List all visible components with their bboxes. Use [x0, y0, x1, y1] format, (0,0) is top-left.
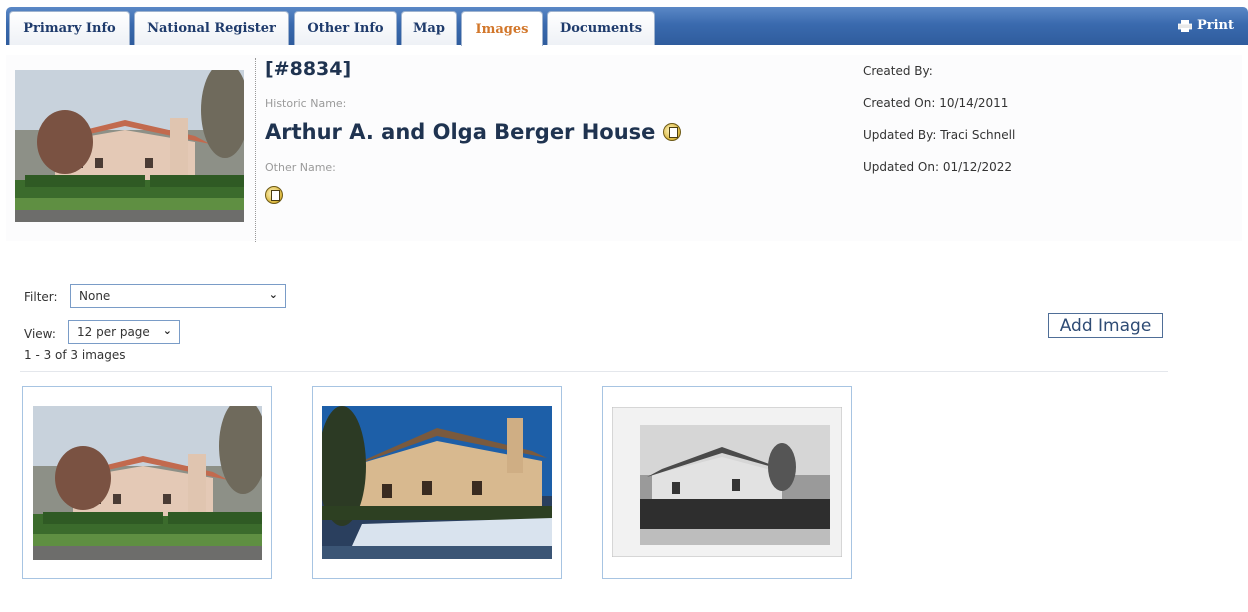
gallery-item[interactable] [312, 386, 562, 579]
header-divider [255, 58, 256, 242]
record-id: [#8834] [265, 58, 352, 80]
image-count: 1 - 3 of 3 images [24, 348, 126, 362]
divider [20, 371, 1168, 372]
updated-by-value: Traci Schnell [940, 128, 1016, 142]
historic-name-text: Arthur A. and Olga Berger House [265, 120, 656, 144]
tab-label: Images [475, 21, 529, 37]
created-on-value: 10/14/2011 [939, 96, 1009, 110]
print-label: Print [1196, 18, 1234, 33]
edit-other-name-icon[interactable] [265, 186, 283, 204]
tab-label: Documents [559, 21, 643, 36]
tab-label: National Register [147, 21, 276, 36]
gallery-item[interactable] [602, 386, 852, 579]
view-value: 12 per page [77, 325, 150, 339]
tab-images[interactable]: Images [461, 11, 543, 46]
historic-name: Arthur A. and Olga Berger House [265, 120, 682, 144]
other-name-label: Other Name: [265, 161, 336, 174]
tab-documents[interactable]: Documents [547, 11, 655, 45]
tab-other-info[interactable]: Other Info [294, 11, 397, 45]
tab-label: Primary Info [23, 21, 116, 36]
chevron-down-icon: ⌄ [268, 288, 278, 301]
tab-map[interactable]: Map [401, 11, 457, 45]
created-by-label: Created By: [863, 64, 933, 78]
tab-national-register[interactable]: National Register [134, 11, 289, 45]
updated-by: Updated By: Traci Schnell [863, 128, 1015, 142]
edit-icon[interactable] [663, 123, 682, 141]
main-thumbnail[interactable] [15, 70, 244, 222]
created-on-label: Created On: [863, 96, 936, 110]
updated-on-label: Updated On: [863, 160, 939, 174]
tab-label: Map [413, 21, 445, 36]
updated-on: Updated On: 01/12/2022 [863, 160, 1012, 174]
tab-primary-info[interactable]: Primary Info [9, 11, 130, 45]
created-on: Created On: 10/14/2011 [863, 96, 1008, 110]
view-select[interactable]: 12 per page ⌄ [68, 320, 180, 344]
historic-name-label: Historic Name: [265, 97, 347, 110]
created-by: Created By: [863, 64, 933, 78]
gallery-item[interactable] [22, 386, 272, 579]
filter-label: Filter: [24, 290, 58, 304]
print-button[interactable]: Print [1177, 18, 1234, 33]
filter-select[interactable]: None ⌄ [70, 284, 286, 308]
house-photo-icon [15, 70, 244, 222]
updated-by-label: Updated By: [863, 128, 937, 142]
filter-value: None [79, 289, 111, 303]
add-image-button[interactable]: Add Image [1048, 313, 1163, 338]
printer-icon [1177, 19, 1192, 32]
house-color-photo-icon [33, 406, 262, 560]
view-label: View: [24, 327, 56, 341]
tab-bar: Primary Info National Register Other Inf… [6, 7, 1248, 46]
house-bw-photo-icon [612, 407, 842, 557]
updated-on-value: 01/12/2022 [942, 160, 1012, 174]
tab-label: Other Info [307, 21, 384, 36]
house-color-photo-icon [322, 406, 552, 559]
chevron-down-icon: ⌄ [162, 324, 172, 337]
